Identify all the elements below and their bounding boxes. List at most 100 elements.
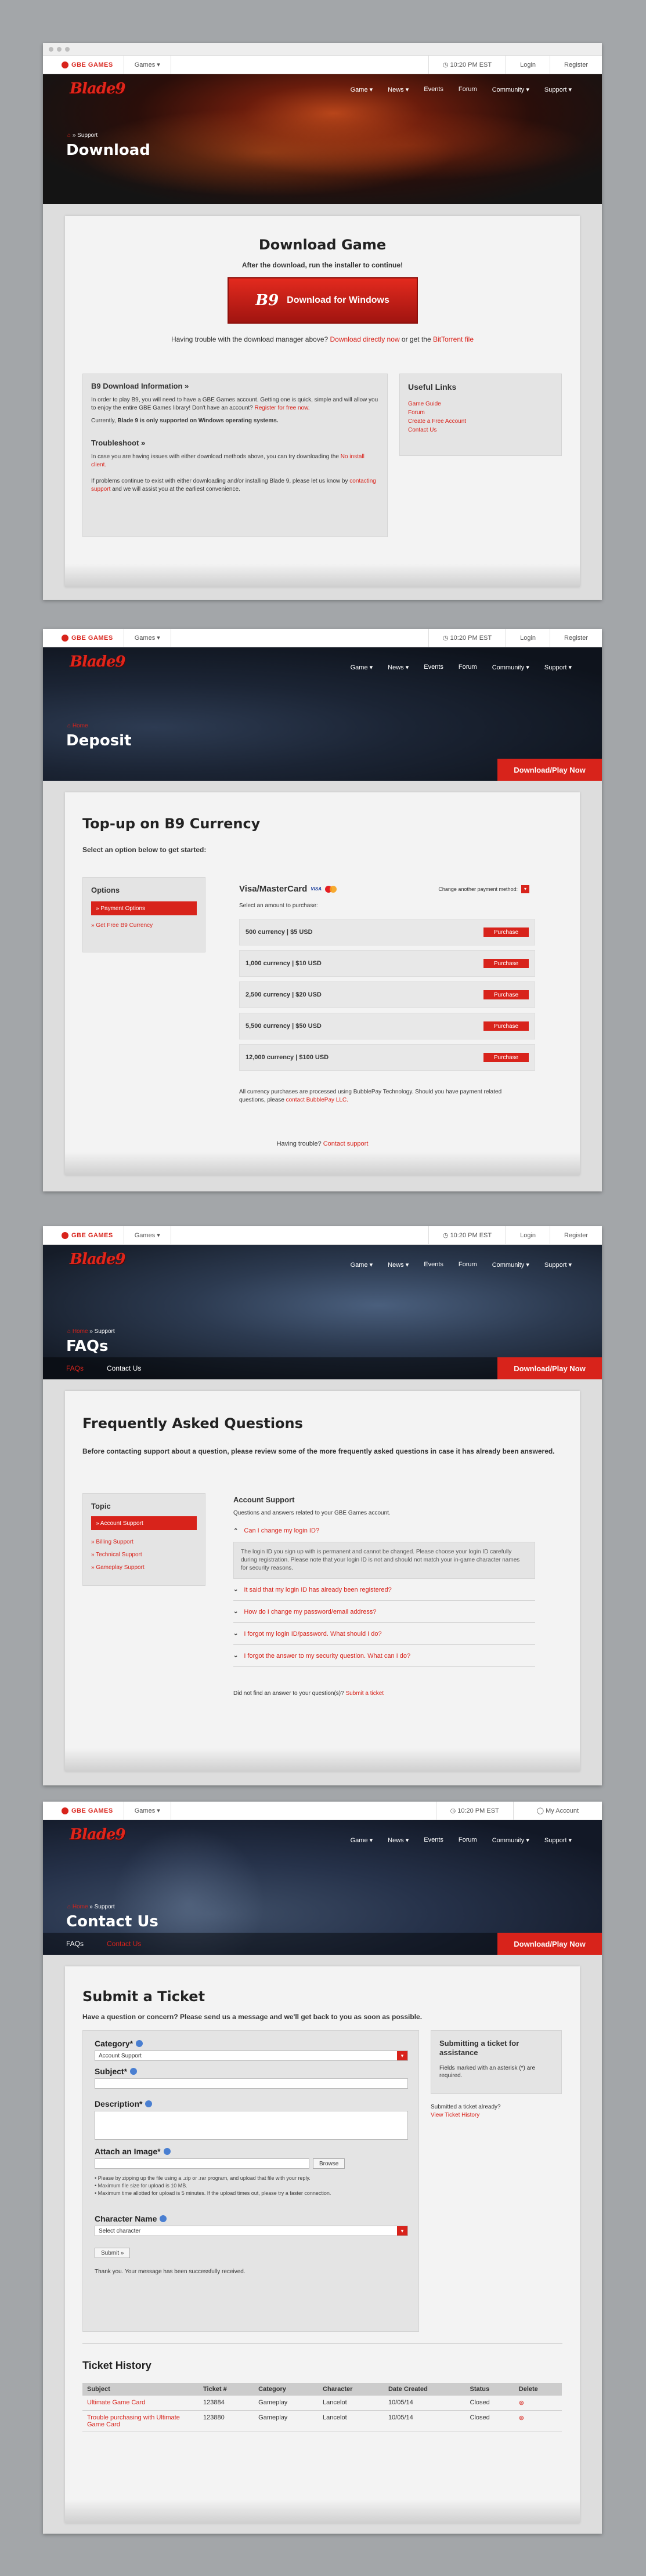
gbe-logo[interactable]: GBE GAMES <box>43 1226 124 1244</box>
purchase-button[interactable]: Purchase <box>483 990 529 999</box>
bubblepay-link[interactable]: contact BubblePay LLC. <box>286 1097 348 1103</box>
nav-forum[interactable]: Forum <box>459 1261 477 1269</box>
home-icon[interactable]: ⌂ <box>67 1328 73 1335</box>
play-now-button[interactable]: Download/Play Now <box>497 759 602 781</box>
help-icon[interactable] <box>130 2068 138 2075</box>
nav-news[interactable]: News ▾ <box>388 1261 409 1269</box>
nav-community[interactable]: Community ▾ <box>492 664 529 671</box>
bittorrent-link[interactable]: BitTorrent file <box>433 335 474 343</box>
faq-question[interactable]: ⌄ It said that my login ID has already be… <box>233 1579 535 1601</box>
payment-options-item[interactable]: » Payment Options <box>91 901 197 915</box>
nav-events[interactable]: Events <box>424 1261 443 1269</box>
blade9-logo[interactable]: Blade9 <box>70 1251 126 1268</box>
nav-game[interactable]: Game ▾ <box>351 86 373 93</box>
my-account-link[interactable]: ◯ My Account <box>513 1802 602 1820</box>
tab-faqs[interactable]: FAQs <box>66 1364 84 1372</box>
change-method-dropdown[interactable]: ▾ <box>521 885 529 893</box>
play-now-button[interactable]: Download/Play Now <box>497 1357 602 1379</box>
nav-community[interactable]: Community ▾ <box>492 1261 529 1269</box>
register-link[interactable]: Register <box>550 629 602 647</box>
free-currency-link[interactable]: » Get Free B9 Currency <box>91 922 197 929</box>
topic-gameplay[interactable]: » Gameplay Support <box>91 1561 197 1574</box>
breadcrumb-text[interactable]: » Support <box>73 132 98 139</box>
breadcrumb-home[interactable]: Home <box>73 1904 88 1910</box>
ticket-subject-link[interactable]: Trouble purchasing with Ultimate Game Ca… <box>82 2410 199 2432</box>
login-link[interactable]: Login <box>506 56 550 74</box>
download-windows-button[interactable]: B9 Download for Windows <box>227 277 418 324</box>
help-icon[interactable] <box>160 2215 167 2222</box>
faq-question-open[interactable]: ⌃ Can I change my login ID? <box>233 1520 535 1542</box>
ticket-subject-link[interactable]: Ultimate Game Card <box>82 2396 199 2411</box>
games-menu[interactable]: Games ▾ <box>124 56 171 74</box>
purchase-button[interactable]: Purchase <box>483 927 529 937</box>
character-select[interactable]: Select character ▾ <box>95 2226 408 2236</box>
faq-question[interactable]: ⌄ I forgot the answer to my security ques… <box>233 1645 535 1667</box>
nav-events[interactable]: Events <box>424 1836 443 1844</box>
home-icon[interactable]: ⌂ <box>67 1904 73 1910</box>
breadcrumb-support[interactable]: » Support <box>89 1904 114 1910</box>
nav-forum[interactable]: Forum <box>459 1836 477 1844</box>
blade9-logo[interactable]: Blade9 <box>70 653 126 671</box>
delete-icon[interactable]: ⊗ <box>514 2396 562 2411</box>
minimize-dot[interactable] <box>57 46 62 52</box>
login-link[interactable]: Login <box>506 1226 550 1244</box>
maximize-dot[interactable] <box>65 46 70 52</box>
gbe-logo[interactable]: GBE GAMES <box>43 56 124 74</box>
nav-community[interactable]: Community ▾ <box>492 86 529 93</box>
register-free-link[interactable]: Register for free now. <box>255 405 310 411</box>
nav-community[interactable]: Community ▾ <box>492 1836 529 1844</box>
play-now-button[interactable]: Download/Play Now <box>497 1933 602 1955</box>
help-icon[interactable] <box>145 2100 153 2107</box>
direct-download-link[interactable]: Download directly now <box>330 335 400 343</box>
description-textarea[interactable] <box>95 2111 408 2140</box>
faq-question[interactable]: ⌄ I forgot my login ID/password. What sho… <box>233 1623 535 1645</box>
nav-events[interactable]: Events <box>424 86 443 93</box>
nav-game[interactable]: Game ▾ <box>351 1836 373 1844</box>
nav-forum[interactable]: Forum <box>459 86 477 93</box>
browse-button[interactable]: Browse <box>313 2158 345 2169</box>
nav-support[interactable]: Support ▾ <box>544 1261 572 1269</box>
breadcrumb-home[interactable]: Home <box>73 1328 88 1335</box>
nav-events[interactable]: Events <box>424 664 443 671</box>
submit-button[interactable]: Submit » <box>95 2248 131 2258</box>
contact-support-link[interactable]: Contact support <box>323 1140 369 1147</box>
gbe-logo[interactable]: GBE GAMES <box>43 629 124 647</box>
topic-account[interactable]: » Account Support <box>91 1516 197 1530</box>
games-menu[interactable]: Games ▾ <box>124 1802 171 1820</box>
help-icon[interactable] <box>136 2040 143 2047</box>
nav-news[interactable]: News ▾ <box>388 86 409 93</box>
gbe-logo[interactable]: GBE GAMES <box>43 1802 124 1820</box>
blade9-logo[interactable]: Blade9 <box>70 80 126 97</box>
topic-technical[interactable]: » Technical Support <box>91 1549 197 1561</box>
topic-billing[interactable]: » Billing Support <box>91 1536 197 1549</box>
nav-support[interactable]: Support ▾ <box>544 664 572 671</box>
submit-ticket-link[interactable]: Submit a ticket <box>345 1690 384 1697</box>
nav-support[interactable]: Support ▾ <box>544 1836 572 1844</box>
nav-news[interactable]: News ▾ <box>388 664 409 671</box>
purchase-button[interactable]: Purchase <box>483 959 529 968</box>
register-link[interactable]: Register <box>550 1226 602 1244</box>
tab-faqs[interactable]: FAQs <box>66 1940 84 1948</box>
file-path-input[interactable] <box>95 2158 309 2169</box>
login-link[interactable]: Login <box>506 629 550 647</box>
purchase-button[interactable]: Purchase <box>483 1053 529 1062</box>
nav-game[interactable]: Game ▾ <box>351 1261 373 1269</box>
close-dot[interactable] <box>49 46 53 52</box>
faq-question[interactable]: ⌄ How do I change my password/email addre… <box>233 1601 535 1623</box>
link-forum[interactable]: Forum <box>408 408 553 417</box>
home-icon[interactable]: ⌂ <box>67 723 73 729</box>
link-game-guide[interactable]: Game Guide <box>408 400 553 408</box>
delete-icon[interactable]: ⊗ <box>514 2410 562 2432</box>
breadcrumb-support[interactable]: » Support <box>89 1328 114 1335</box>
breadcrumb-home[interactable]: Home <box>73 723 88 729</box>
help-icon[interactable] <box>163 2148 171 2155</box>
games-menu[interactable]: Games ▾ <box>124 629 171 647</box>
nav-support[interactable]: Support ▾ <box>544 86 572 93</box>
tab-contact-us[interactable]: Contact Us <box>107 1364 141 1372</box>
nav-game[interactable]: Game ▾ <box>351 664 373 671</box>
register-link[interactable]: Register <box>550 56 602 74</box>
games-menu[interactable]: Games ▾ <box>124 1226 171 1244</box>
link-contact-us[interactable]: Contact Us <box>408 426 553 434</box>
subject-input[interactable] <box>95 2078 408 2089</box>
view-ticket-history-link[interactable]: View Ticket History <box>431 2111 501 2120</box>
